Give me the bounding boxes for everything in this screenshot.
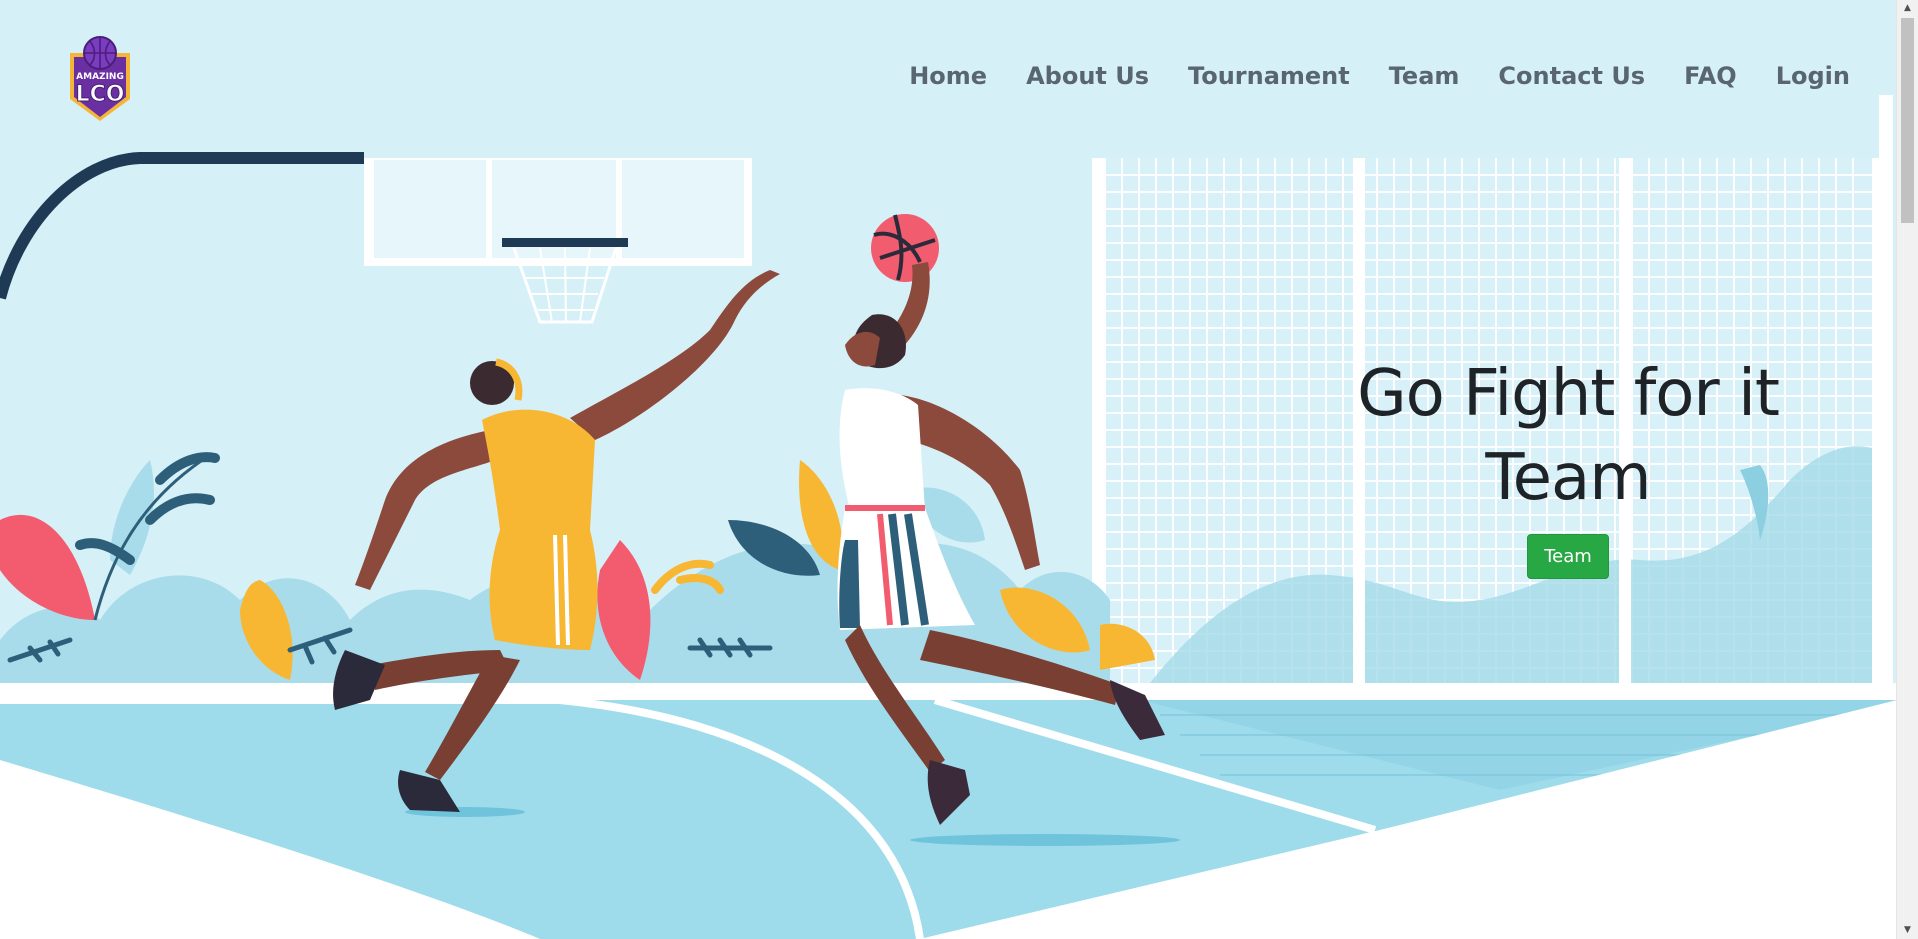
nav-faq[interactable]: FAQ: [1684, 62, 1737, 90]
hero-title-line-2: Team: [1485, 441, 1651, 515]
main-navigation: Home About Us Tournament Team Contact Us…: [870, 62, 1850, 90]
arrow-up-icon[interactable]: ▲: [1897, 0, 1918, 17]
hero-section: Go Fight for it Team Team: [1330, 352, 1806, 579]
nav-team[interactable]: Team: [1389, 62, 1460, 90]
hero-title: Go Fight for it Team: [1330, 352, 1806, 520]
amazing-lco-logo[interactable]: AMAZING LCO: [62, 33, 138, 123]
nav-about-us[interactable]: About Us: [1026, 62, 1149, 90]
nav-tournament[interactable]: Tournament: [1188, 62, 1350, 90]
hero-title-line-1: Go Fight for it: [1357, 357, 1780, 431]
landing-page: AMAZING LCO Home About Us Tournament Tea…: [0, 0, 1897, 939]
navbar: AMAZING LCO Home About Us Tournament Tea…: [0, 0, 1897, 150]
nav-home[interactable]: Home: [909, 62, 987, 90]
logo-text-main: LCO: [76, 82, 125, 107]
page-scrollbar[interactable]: ▲ ▼: [1896, 0, 1918, 939]
nav-login[interactable]: Login: [1776, 62, 1850, 90]
nav-contact-us[interactable]: Contact Us: [1498, 62, 1645, 90]
logo-text-top: AMAZING: [76, 72, 124, 82]
arrow-down-icon[interactable]: ▼: [1897, 922, 1918, 939]
scrollbar-thumb[interactable]: [1901, 18, 1914, 223]
team-button[interactable]: Team: [1527, 534, 1609, 579]
